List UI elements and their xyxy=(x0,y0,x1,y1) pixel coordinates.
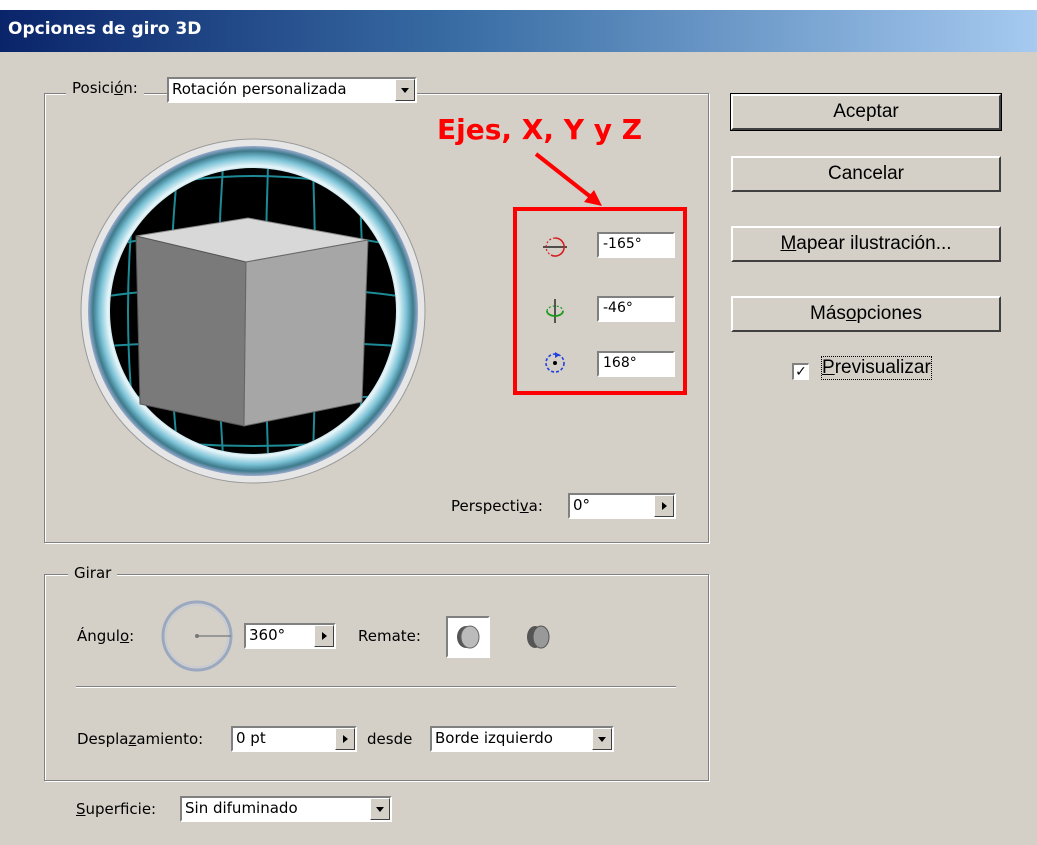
surface-value: Sin difuminado xyxy=(185,799,298,817)
chevron-right-icon xyxy=(661,502,667,510)
axes-annotation: Ejes, X, Y y Z xyxy=(437,113,643,146)
rotation-track-cube[interactable] xyxy=(78,136,428,486)
offset-input[interactable]: 0 pt xyxy=(231,726,357,752)
cube-right-face xyxy=(243,239,369,427)
solid-cap-icon xyxy=(457,625,480,649)
from-label: desde xyxy=(367,730,413,748)
angle-input[interactable]: 360° xyxy=(244,623,336,649)
chevron-right-icon xyxy=(342,735,348,743)
chevron-down-icon xyxy=(401,87,409,93)
cube-left-face xyxy=(135,235,247,427)
perspective-value: 0° xyxy=(573,496,591,514)
offset-value: 0 pt xyxy=(236,729,266,747)
from-dropdown-arrow[interactable] xyxy=(592,728,612,750)
preview-label[interactable]: Previsualizar xyxy=(821,356,932,380)
position-label: Posición: xyxy=(72,79,138,97)
accept-button[interactable]: Aceptar xyxy=(730,93,1002,131)
x-axis-rotation-icon xyxy=(543,237,567,257)
cap-on-button[interactable] xyxy=(446,616,490,658)
from-dropdown[interactable]: Borde izquierdo xyxy=(430,726,614,752)
revolve-separator xyxy=(76,686,676,688)
surface-label: Superficie: xyxy=(76,800,157,818)
angle-slider-button[interactable] xyxy=(314,625,334,647)
cancel-button[interactable]: Cancelar xyxy=(731,156,1001,192)
position-legend: Posición: xyxy=(66,79,144,97)
offset-label: Desplazamiento: xyxy=(77,730,204,748)
x-rotation-input[interactable]: -165° xyxy=(597,232,675,258)
revolve-options-dialog: Opciones de giro 3D Posición: Rotación p… xyxy=(0,10,1037,845)
angle-value: 360° xyxy=(249,626,286,644)
offset-slider-button[interactable] xyxy=(335,728,355,750)
cap-label: Remate: xyxy=(358,627,421,645)
chevron-down-icon xyxy=(376,806,384,812)
angle-label: Ángulo: xyxy=(77,627,135,645)
perspective-label: Perspectiva: xyxy=(451,497,543,515)
dialog-title: Opciones de giro 3D xyxy=(8,19,202,39)
position-dropdown-arrow[interactable] xyxy=(395,79,415,101)
perspective-slider-button[interactable] xyxy=(654,495,674,517)
revolve-legend: Girar xyxy=(68,564,118,582)
more-options-button[interactable]: Más o pciones xyxy=(731,296,1001,332)
cap-off-button[interactable] xyxy=(516,616,560,658)
surface-dropdown[interactable]: Sin difuminado xyxy=(180,796,392,822)
from-value: Borde izquierdo xyxy=(435,729,553,747)
z-axis-rotation-icon xyxy=(545,352,565,373)
y-rotation-input[interactable]: -46° xyxy=(597,296,675,322)
y-axis-rotation-icon xyxy=(546,299,564,323)
annotation-arrow xyxy=(534,152,602,206)
surface-dropdown-arrow[interactable] xyxy=(370,798,390,820)
position-dropdown[interactable]: Rotación personalizada xyxy=(167,77,417,103)
hollow-cap-icon xyxy=(527,625,550,649)
chevron-right-icon xyxy=(321,632,327,640)
angle-dial[interactable] xyxy=(159,598,235,674)
preview-checkbox[interactable]: ✓ xyxy=(792,363,809,380)
z-rotation-input[interactable]: 168° xyxy=(597,351,675,377)
title-bar[interactable]: Opciones de giro 3D xyxy=(0,10,1037,52)
position-value: Rotación personalizada xyxy=(172,80,347,98)
chevron-down-icon xyxy=(598,736,606,742)
map-art-button[interactable]: Mapear ilustración... xyxy=(731,226,1001,262)
perspective-input[interactable]: 0° xyxy=(568,493,676,519)
